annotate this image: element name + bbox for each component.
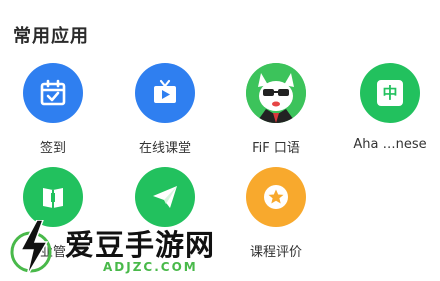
app-online-class[interactable]: 在线课堂 (110, 63, 220, 156)
chinese-char-icon: 中 (360, 63, 420, 123)
app-label: Aha …nese (353, 137, 427, 152)
paper-plane-icon (135, 167, 195, 227)
chinese-glyph: 中 (382, 83, 398, 102)
app-label: 在线课堂 (138, 141, 191, 156)
app-aha-chinese[interactable]: 中 Aha …nese (335, 63, 440, 152)
app-signin[interactable]: 签到 (0, 63, 108, 156)
app-label: 业管 (39, 245, 66, 260)
app-label: 签到 (39, 141, 66, 156)
watermark-url: ADJZC.COM (103, 260, 198, 274)
app-page: 常用应用 签到 在线课堂 FiF 口语 中 Aha …nese 业管 课程评价 … (0, 0, 440, 281)
app-business[interactable]: 业管 (0, 167, 108, 260)
calendar-check-icon (23, 63, 83, 123)
app-label: 课程评价 (249, 245, 302, 260)
star-badge-icon (246, 167, 306, 227)
app-course-review[interactable]: 课程评价 (221, 167, 331, 260)
app-send[interactable] (110, 167, 220, 241)
section-title: 常用应用 (13, 26, 89, 47)
book-icon (23, 167, 83, 227)
cat-mascot-icon (246, 63, 306, 123)
app-label: FiF 口语 (252, 141, 300, 156)
tv-play-icon (135, 63, 195, 123)
app-fif[interactable]: FiF 口语 (221, 63, 331, 156)
